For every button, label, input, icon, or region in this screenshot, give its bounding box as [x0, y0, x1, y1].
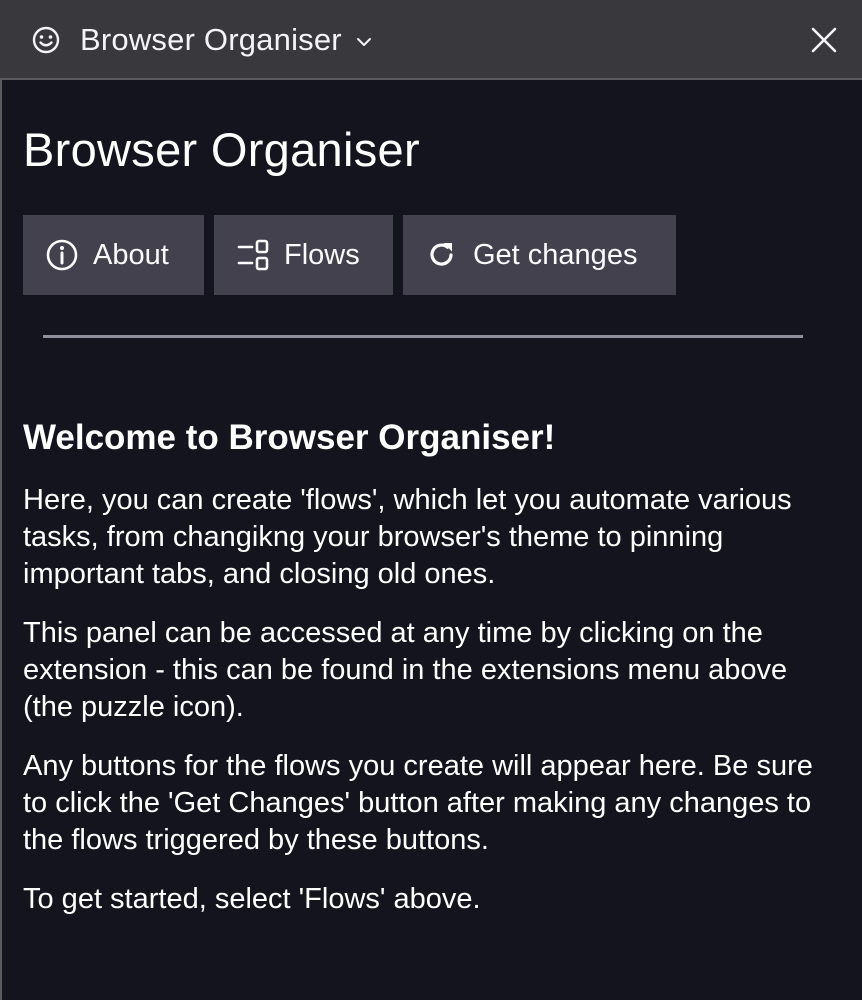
get-started-paragraph: To get started, select 'Flows' above. [23, 883, 481, 915]
intro-paragraph: Here, you can create 'flows', which let … [23, 484, 792, 590]
flows-label: Flows [284, 238, 360, 271]
sidebar-switcher[interactable]: Browser Organiser [30, 0, 374, 80]
refresh-icon [430, 243, 453, 266]
divider [43, 335, 803, 338]
buttons-paragraph: Any buttons for the flows you create wil… [23, 750, 813, 856]
page-title: Browser Organiser [23, 123, 420, 176]
panel-content: Browser Organiser About Flows Get change… [23, 80, 838, 918]
get-changes-button[interactable]: Get changes [403, 215, 676, 295]
close-icon [811, 27, 837, 53]
info-icon [46, 239, 78, 271]
nav-bar: About Flows Get changes [23, 215, 838, 295]
about-label: About [93, 238, 169, 271]
welcome-heading: Welcome to Browser Organiser! [23, 418, 556, 457]
sidebar-title: Browser Organiser [80, 22, 342, 57]
chevron-down-icon [354, 32, 374, 52]
about-button[interactable]: About [23, 215, 204, 295]
flows-button[interactable]: Flows [214, 215, 393, 295]
sidebar-header: Browser Organiser [0, 0, 862, 80]
flows-icon [237, 239, 269, 271]
access-paragraph: This panel can be accessed at any time b… [23, 617, 788, 723]
sidebar-border [0, 80, 2, 1000]
close-button[interactable] [808, 24, 840, 56]
smiley-icon [30, 24, 62, 56]
get-changes-label: Get changes [473, 238, 638, 271]
sidebar-window: Browser Organiser Browser Organiser Abou… [0, 0, 862, 1000]
